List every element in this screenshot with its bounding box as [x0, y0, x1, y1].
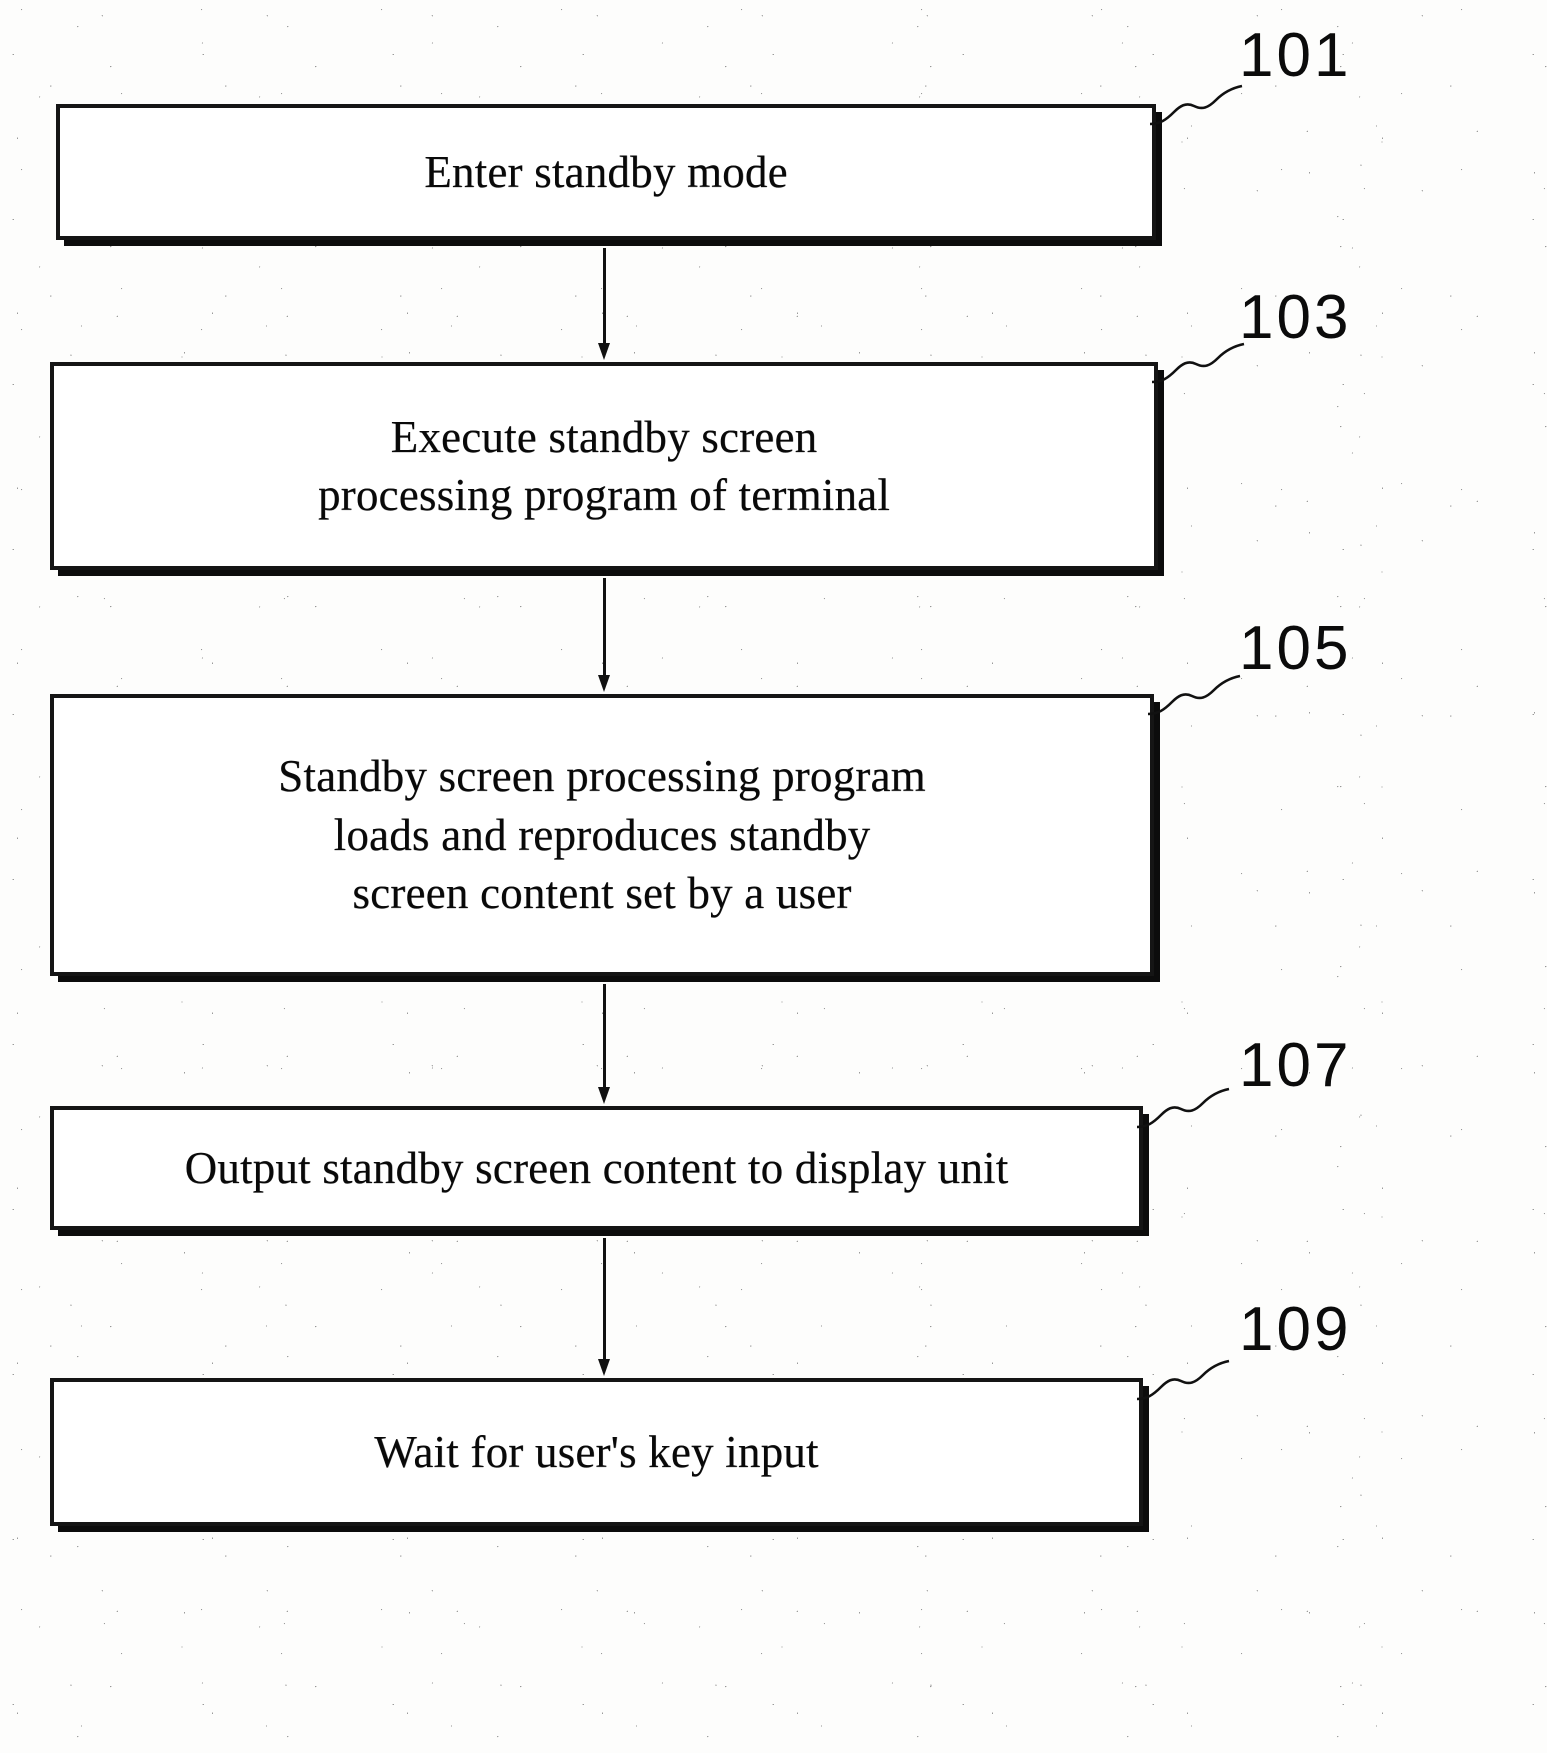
- process-box-105-line1: Standby screen processing program: [278, 751, 926, 802]
- connector-arrow-107-to-109: [598, 1238, 610, 1376]
- reference-numeral-105: 105: [1239, 614, 1352, 683]
- process-box-105-text: Standby screen processing program loads …: [264, 747, 940, 923]
- process-box-107[interactable]: Output standby screen content to display…: [50, 1106, 1143, 1230]
- process-box-101-text: Enter standby mode: [410, 143, 802, 202]
- process-box-107-line1: Output standby screen content to display…: [184, 1142, 1009, 1193]
- connector-shaft: [603, 248, 606, 345]
- reference-numeral-107: 107: [1239, 1031, 1352, 1100]
- process-box-103-line1: Execute standby screen: [390, 411, 818, 462]
- figure-canvas: Enter standby mode 101 Execute standby s…: [0, 0, 1547, 1753]
- process-box-107-text: Output standby screen content to display…: [171, 1139, 1023, 1198]
- process-box-109[interactable]: Wait for user's key input: [50, 1378, 1143, 1526]
- process-box-109-text: Wait for user's key input: [360, 1423, 832, 1482]
- process-box-101[interactable]: Enter standby mode: [56, 104, 1156, 240]
- process-box-101-line1: Enter standby mode: [424, 146, 788, 197]
- reference-numeral-103: 103: [1239, 283, 1352, 352]
- reference-numeral-101: 101: [1239, 21, 1352, 90]
- connector-arrow-101-to-103: [598, 248, 610, 360]
- reference-numeral-109: 109: [1239, 1295, 1352, 1364]
- process-box-103[interactable]: Execute standby screen processing progra…: [50, 362, 1158, 570]
- process-box-105[interactable]: Standby screen processing program loads …: [50, 694, 1154, 976]
- process-box-109-line1: Wait for user's key input: [374, 1426, 819, 1477]
- connector-shaft: [603, 984, 606, 1089]
- process-box-105-line2: loads and reproduces standby: [333, 809, 871, 860]
- process-box-105-line3: screen content set by a user: [352, 868, 852, 919]
- connector-arrow-103-to-105: [598, 578, 610, 692]
- connector-shaft: [603, 578, 606, 677]
- connector-shaft: [603, 1238, 606, 1361]
- process-box-103-line2: processing program of terminal: [317, 470, 891, 520]
- arrowhead-icon: [598, 675, 610, 692]
- arrowhead-icon: [598, 1087, 610, 1104]
- connector-arrow-105-to-107: [598, 984, 610, 1104]
- arrowhead-icon: [598, 343, 610, 360]
- arrowhead-icon: [598, 1359, 610, 1376]
- process-box-103-text: Execute standby screen processing progra…: [304, 408, 904, 525]
